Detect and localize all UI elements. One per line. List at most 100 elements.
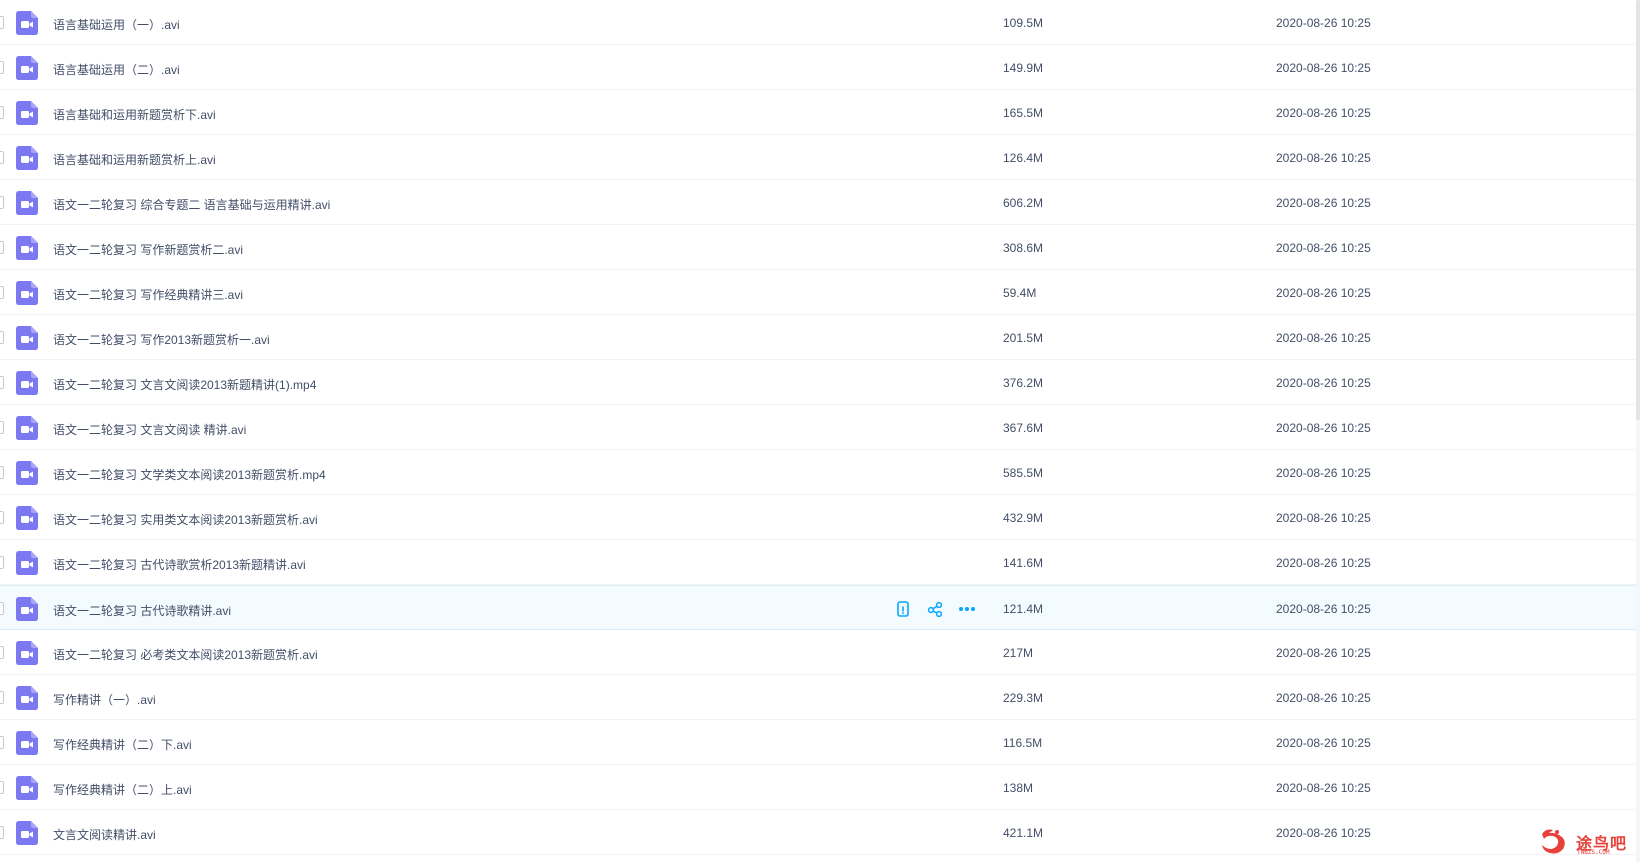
file-row[interactable]: 语文一二轮复习 文学类文本阅读2013新题赏析.mp4 585.5M 2020-… (0, 450, 1640, 495)
file-size: 138M (1003, 781, 1034, 795)
file-name[interactable]: 写作精讲（一）.avi (53, 691, 156, 708)
file-size: 376.2M (1003, 376, 1044, 390)
row-checkbox[interactable] (0, 602, 4, 615)
file-date: 2020-08-26 10:25 (1276, 421, 1371, 435)
video-file-icon (16, 731, 38, 755)
row-checkbox[interactable] (0, 106, 4, 119)
video-file-icon (16, 776, 38, 800)
file-date: 2020-08-26 10:25 (1276, 331, 1371, 345)
file-row[interactable]: 文言文阅读精讲.avi 421.1M 2020-08-26 10:25 (0, 810, 1640, 855)
video-file-icon (16, 236, 38, 260)
file-size: 201.5M (1003, 331, 1044, 345)
row-checkbox[interactable] (0, 196, 4, 209)
file-row[interactable]: 语文一二轮复习 古代诗歌精讲.avi 121.4M 2020-08-26 10:… (0, 585, 1640, 630)
file-row[interactable]: 写作经典精讲（二）下.avi 116.5M 2020-08-26 10:25 (0, 720, 1640, 765)
file-size: 421.1M (1003, 826, 1044, 840)
file-name[interactable]: 语文一二轮复习 写作2013新题赏析一.avi (53, 331, 270, 348)
file-date: 2020-08-26 10:25 (1276, 602, 1371, 616)
row-checkbox[interactable] (0, 421, 4, 434)
file-name[interactable]: 语文一二轮复习 文言文阅读2013新题精讲(1).mp4 (53, 376, 316, 393)
video-file-icon (16, 56, 38, 80)
file-name[interactable]: 写作经典精讲（二）上.avi (53, 781, 192, 798)
row-checkbox[interactable] (0, 376, 4, 389)
file-date: 2020-08-26 10:25 (1276, 826, 1371, 840)
row-checkbox[interactable] (0, 286, 4, 299)
file-row[interactable]: 语文一二轮复习 综合专题二 语言基础与运用精讲.avi 606.2M 2020-… (0, 180, 1640, 225)
row-checkbox[interactable] (0, 511, 4, 524)
file-row[interactable]: 语言基础运用（一）.avi 109.5M 2020-08-26 10:25 (0, 0, 1640, 45)
file-name[interactable]: 写作经典精讲（二）下.avi (53, 736, 192, 753)
video-file-icon (16, 686, 38, 710)
video-file-icon (16, 597, 38, 621)
file-date: 2020-08-26 10:25 (1276, 286, 1371, 300)
watermark: 途鸟吧 TNBZS.COM (1536, 824, 1636, 858)
row-checkbox[interactable] (0, 736, 4, 749)
scrollbar[interactable] (1636, 0, 1640, 862)
row-checkbox[interactable] (0, 781, 4, 794)
file-row[interactable]: 语文一二轮复习 写作新题赏析二.avi 308.6M 2020-08-26 10… (0, 225, 1640, 270)
file-row[interactable]: 语文一二轮复习 必考类文本阅读2013新题赏析.avi 217M 2020-08… (0, 630, 1640, 675)
file-row[interactable]: 语言基础和运用新题赏析下.avi 165.5M 2020-08-26 10:25 (0, 90, 1640, 135)
file-name[interactable]: 语文一二轮复习 写作经典精讲三.avi (53, 286, 243, 303)
file-name[interactable]: 文言文阅读精讲.avi (53, 826, 156, 843)
row-checkbox[interactable] (0, 151, 4, 164)
file-name[interactable]: 语文一二轮复习 综合专题二 语言基础与运用精讲.avi (53, 196, 330, 213)
file-date: 2020-08-26 10:25 (1276, 196, 1371, 210)
file-name[interactable]: 语言基础和运用新题赏析上.avi (53, 151, 216, 168)
file-date: 2020-08-26 10:25 (1276, 691, 1371, 705)
file-date: 2020-08-26 10:25 (1276, 511, 1371, 525)
video-file-icon (16, 416, 38, 440)
file-size: 229.3M (1003, 691, 1044, 705)
row-checkbox[interactable] (0, 826, 4, 839)
watermark-subtext: TNBZS.COM (1577, 849, 1610, 856)
video-file-icon (16, 641, 38, 665)
row-checkbox[interactable] (0, 691, 4, 704)
file-date: 2020-08-26 10:25 (1276, 376, 1371, 390)
file-name[interactable]: 语文一二轮复习 文言文阅读 精讲.avi (53, 421, 246, 438)
file-size: 606.2M (1003, 196, 1044, 210)
file-date: 2020-08-26 10:25 (1276, 646, 1371, 660)
file-name[interactable]: 语文一二轮复习 古代诗歌赏析2013新题精讲.avi (53, 556, 306, 573)
scrollbar-thumb[interactable] (1636, 0, 1640, 420)
file-name[interactable]: 语文一二轮复习 古代诗歌精讲.avi (53, 602, 231, 619)
file-size: 308.6M (1003, 241, 1044, 255)
file-size: 149.9M (1003, 61, 1044, 75)
video-file-icon (16, 371, 38, 395)
file-name[interactable]: 语文一二轮复习 实用类文本阅读2013新题赏析.avi (53, 511, 318, 528)
row-checkbox[interactable] (0, 241, 4, 254)
file-row[interactable]: 写作经典精讲（二）上.avi 138M 2020-08-26 10:25 (0, 765, 1640, 810)
file-name[interactable]: 语文一二轮复习 写作新题赏析二.avi (53, 241, 243, 258)
file-row[interactable]: 语文一二轮复习 写作经典精讲三.avi 59.4M 2020-08-26 10:… (0, 270, 1640, 315)
more-options-icon[interactable] (956, 598, 978, 620)
mobile-phone-icon[interactable] (892, 598, 914, 620)
video-file-icon (16, 821, 38, 845)
file-list: 语言基础运用（一）.avi 109.5M 2020-08-26 10:25 语言… (0, 0, 1640, 855)
row-checkbox[interactable] (0, 646, 4, 659)
video-file-icon (16, 326, 38, 350)
video-file-icon (16, 191, 38, 215)
file-row[interactable]: 语言基础运用（二）.avi 149.9M 2020-08-26 10:25 (0, 45, 1640, 90)
file-name[interactable]: 语言基础运用（二）.avi (53, 61, 180, 78)
row-checkbox[interactable] (0, 61, 4, 74)
file-name[interactable]: 语言基础运用（一）.avi (53, 16, 180, 33)
file-row[interactable]: 语文一二轮复习 文言文阅读2013新题精讲(1).mp4 376.2M 2020… (0, 360, 1640, 405)
file-size: 165.5M (1003, 106, 1044, 120)
file-name[interactable]: 语文一二轮复习 文学类文本阅读2013新题赏析.mp4 (53, 466, 326, 483)
row-checkbox[interactable] (0, 466, 4, 479)
file-name[interactable]: 语言基础和运用新题赏析下.avi (53, 106, 216, 123)
file-date: 2020-08-26 10:25 (1276, 106, 1371, 120)
row-checkbox[interactable] (0, 16, 4, 29)
file-row[interactable]: 语文一二轮复习 文言文阅读 精讲.avi 367.6M 2020-08-26 1… (0, 405, 1640, 450)
row-checkbox[interactable] (0, 556, 4, 569)
file-row[interactable]: 写作精讲（一）.avi 229.3M 2020-08-26 10:25 (0, 675, 1640, 720)
video-file-icon (16, 551, 38, 575)
file-row[interactable]: 语文一二轮复习 写作2013新题赏析一.avi 201.5M 2020-08-2… (0, 315, 1640, 360)
file-name[interactable]: 语文一二轮复习 必考类文本阅读2013新题赏析.avi (53, 646, 318, 663)
file-row[interactable]: 语文一二轮复习 古代诗歌赏析2013新题精讲.avi 141.6M 2020-0… (0, 540, 1640, 585)
share-icon[interactable] (924, 598, 946, 620)
file-row[interactable]: 语文一二轮复习 实用类文本阅读2013新题赏析.avi 432.9M 2020-… (0, 495, 1640, 540)
watermark-logo-icon (1542, 829, 1565, 854)
file-row[interactable]: 语言基础和运用新题赏析上.avi 126.4M 2020-08-26 10:25 (0, 135, 1640, 180)
file-size: 432.9M (1003, 511, 1044, 525)
row-checkbox[interactable] (0, 331, 4, 344)
